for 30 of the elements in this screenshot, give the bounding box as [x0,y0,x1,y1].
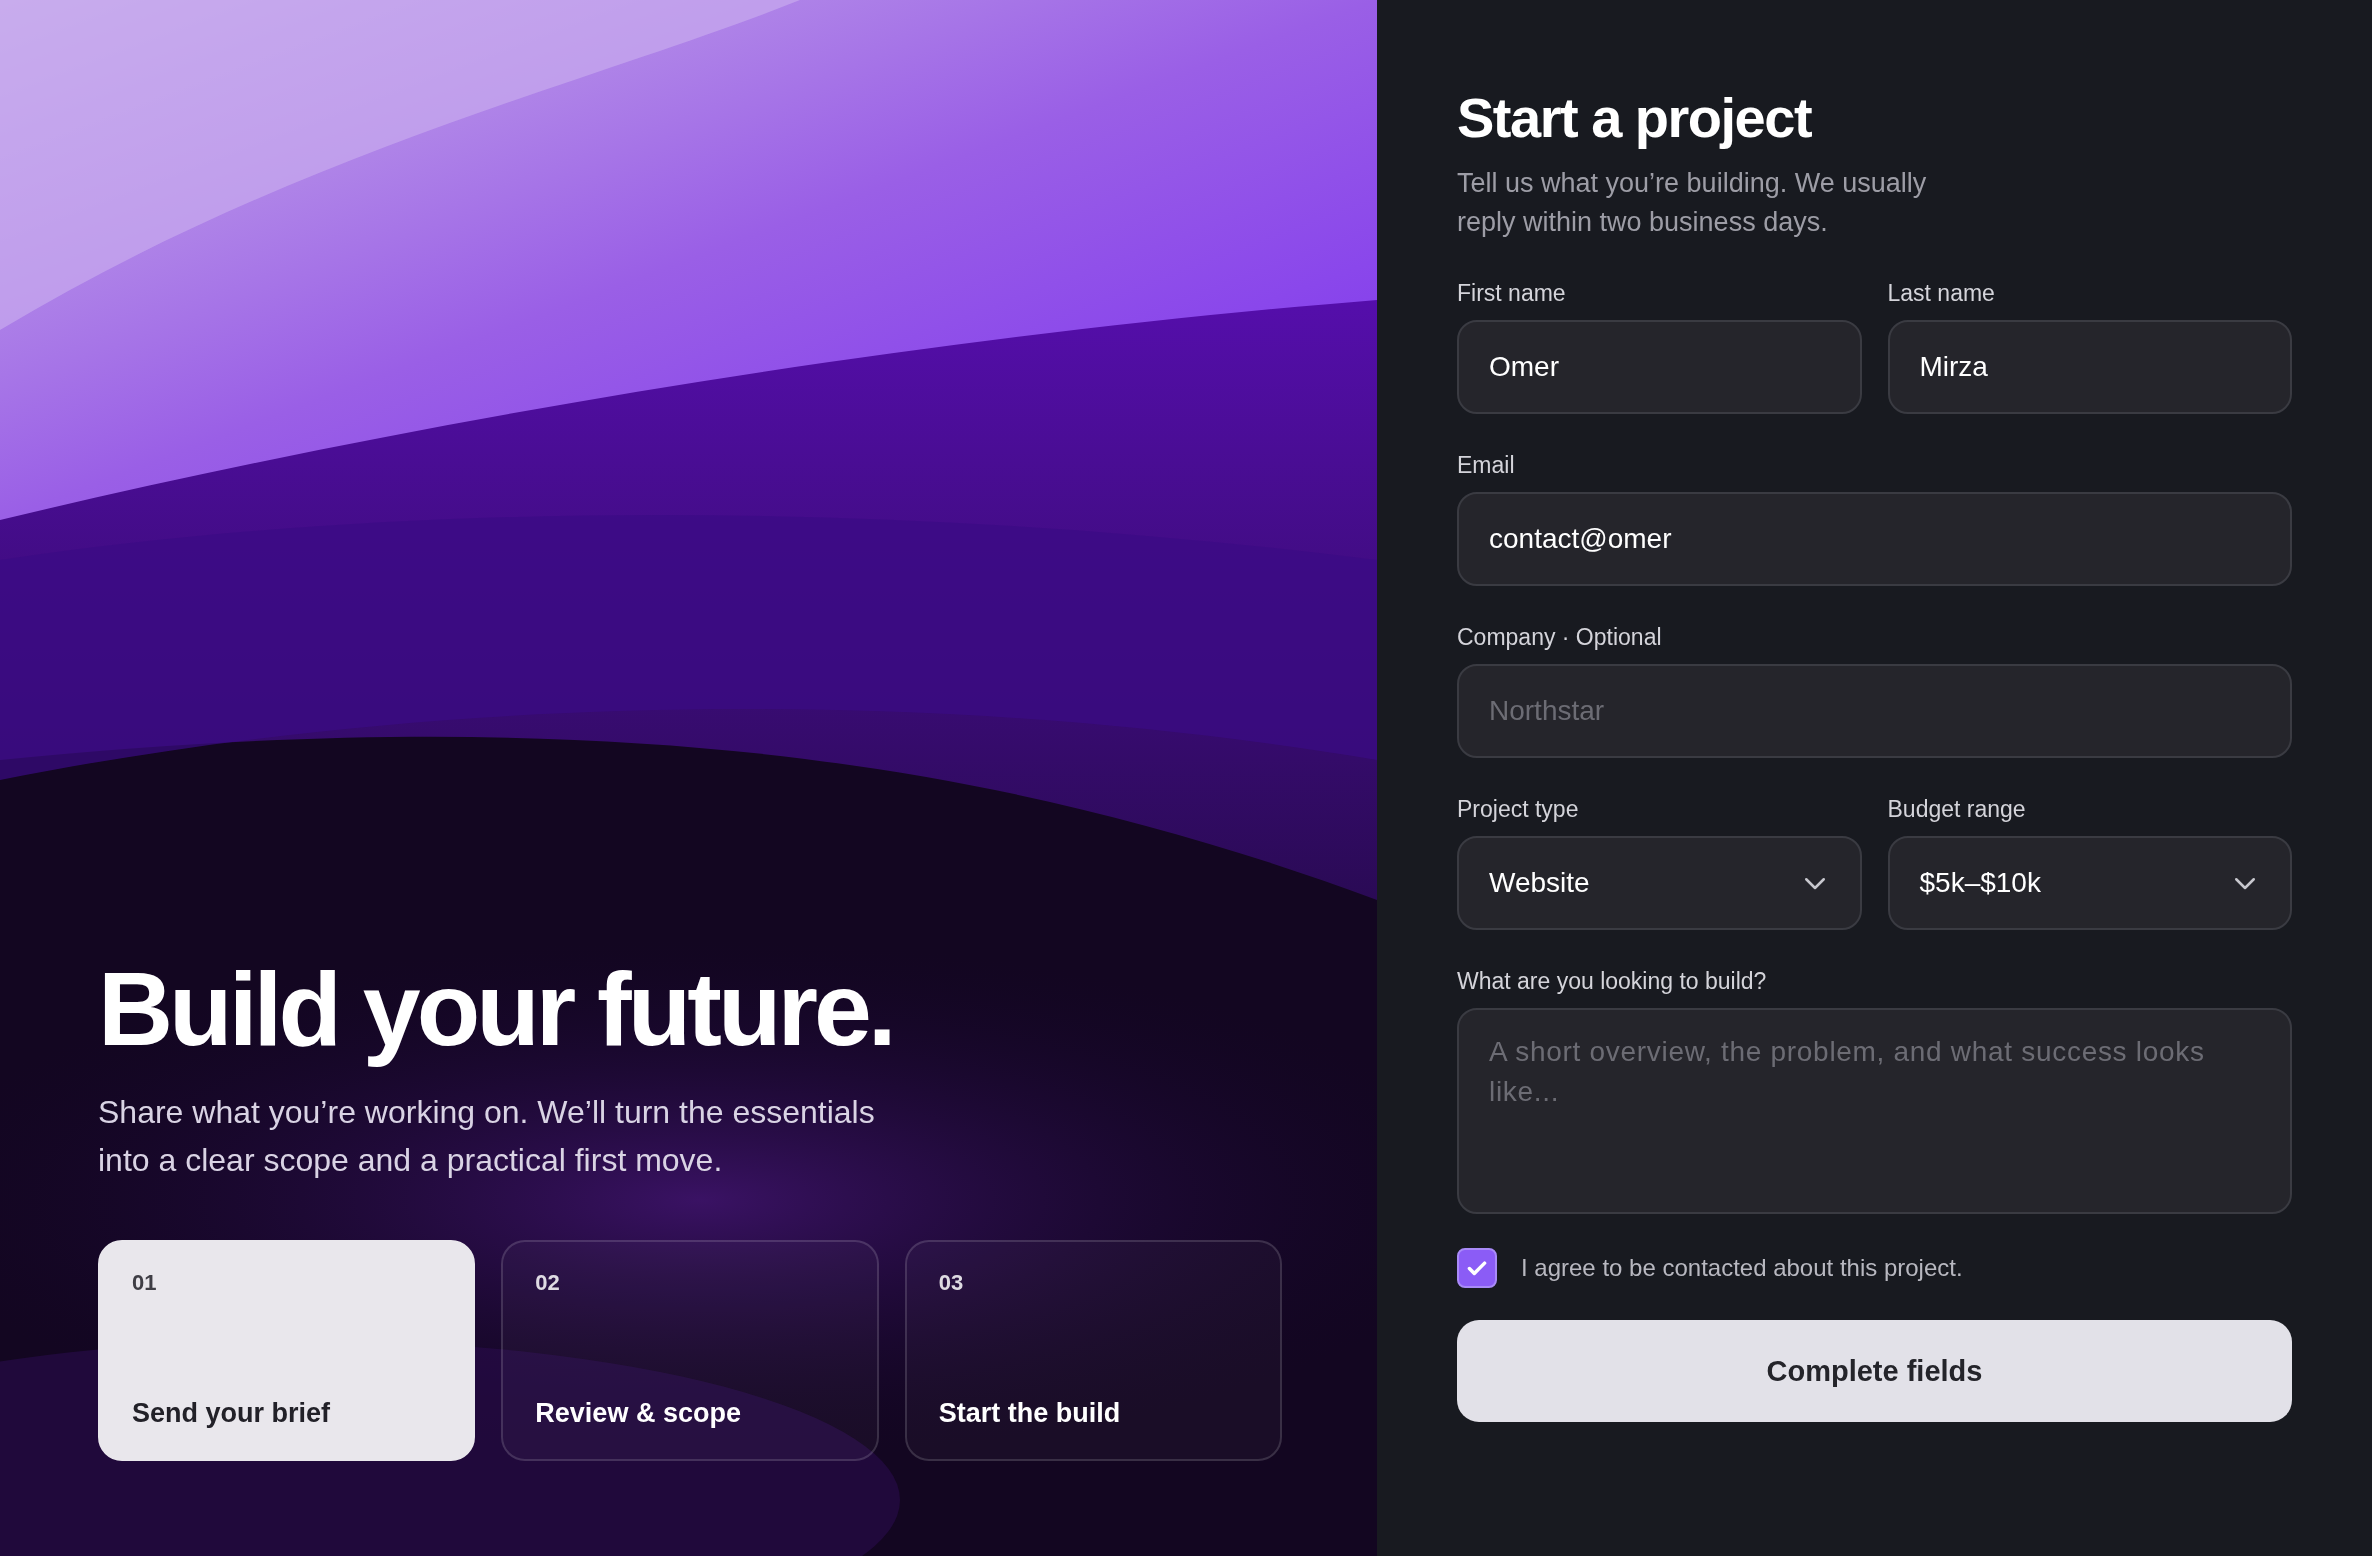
field-label: Budget range [1887,795,2027,824]
input-field[interactable]: Northstar [1457,664,2292,758]
checkbox[interactable] [1457,1248,1497,1288]
field-label: Project type [1457,795,1580,824]
form-title: Start a project [1457,85,1813,151]
input-field[interactable]: Omer [1457,320,1862,414]
step-card[interactable]: 01 Send your brief [98,1240,476,1461]
field-label: First name [1457,279,1567,308]
step-number: 01 [132,1270,157,1296]
select-field[interactable]: $5k–$10k [1887,836,2292,930]
step-label: Send your brief [132,1398,331,1429]
checkbox-label: I agree to be contacted about this project. [1521,1254,1963,1282]
submit-button[interactable]: Complete fields [1457,1320,2292,1422]
select-field[interactable]: Website [1457,836,1862,930]
field-label: Last name [1887,279,1996,308]
step-number: 03 [938,1270,964,1296]
step-number: 02 [535,1270,560,1296]
step-card[interactable]: 03 Start the build [904,1240,1282,1461]
hero-title: Build your future. [98,951,894,1066]
form-subtitle: Tell us what you’re building. We usually reply within two business days. [1457,167,1927,239]
input-field[interactable]: contact@omer [1457,492,2292,586]
field-label: What are you looking to build? [1457,967,1768,996]
field-label: Email [1457,451,1516,480]
step-card[interactable]: 02 Review & scope [501,1240,879,1461]
hero-subtitle: Share what you’re working on. We’ll turn the essentials into a clear scope and a practical first move. [98,1093,876,1180]
input-field[interactable]: Mirza [1887,320,2292,414]
field-label: Company · Optional [1457,623,1663,652]
step-label: Review & scope [535,1398,741,1429]
text-area[interactable]: A short overview, the problem, and what success looks like... [1457,1008,2292,1214]
step-label: Start the build [938,1398,1121,1429]
